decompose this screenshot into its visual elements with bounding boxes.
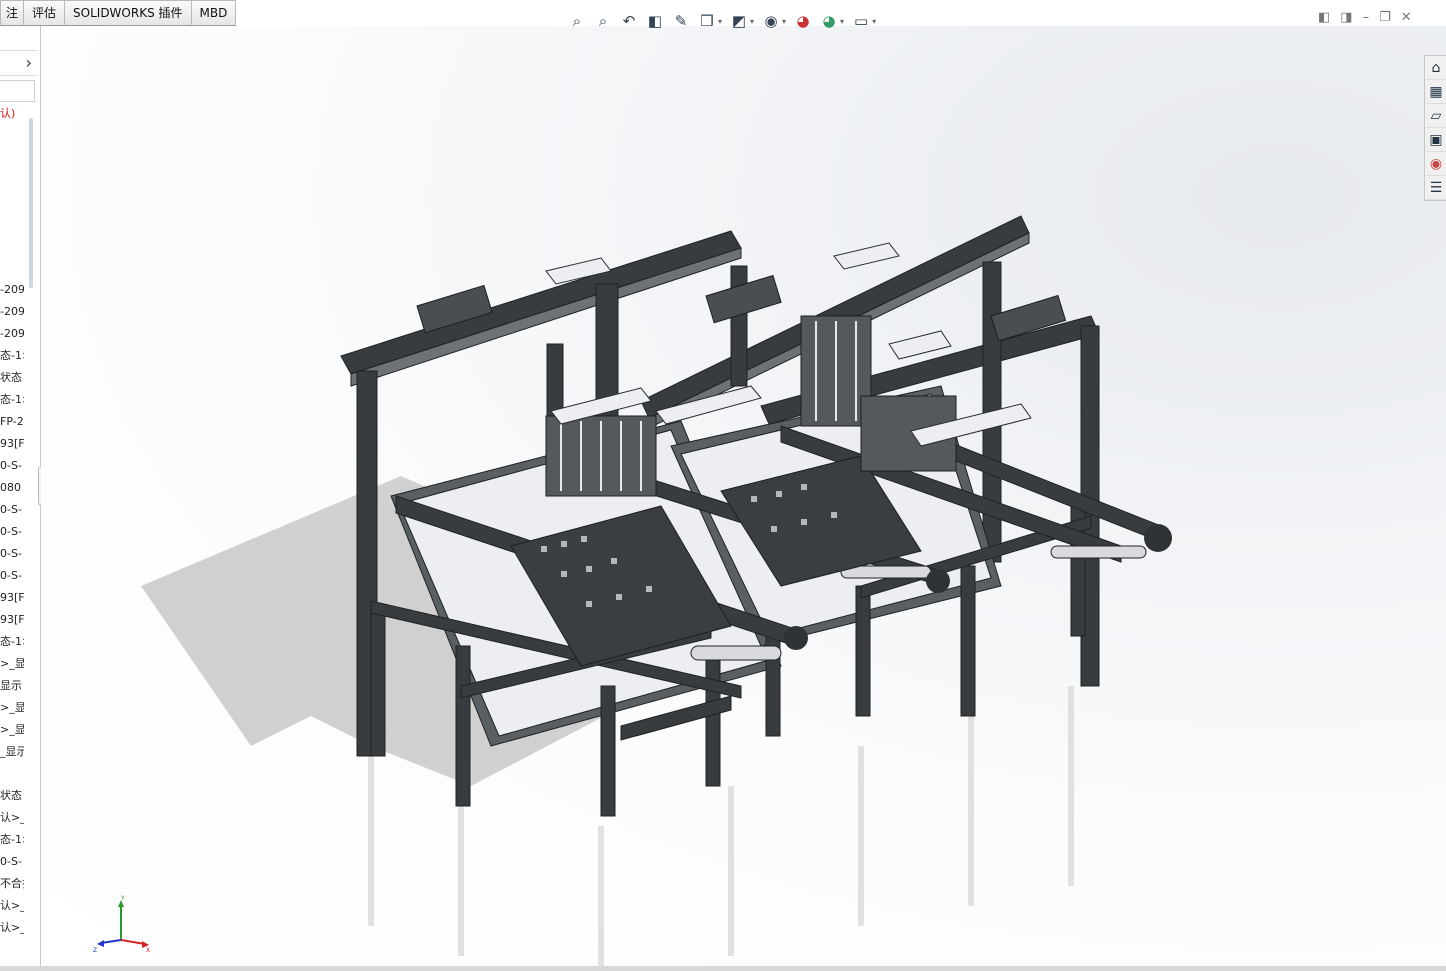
chevron-right-icon[interactable]: › bbox=[26, 53, 32, 72]
command-manager-tabs: 注 评估 SOLIDWORKS 插件 MBD bbox=[0, 0, 260, 26]
tree-item[interactable]: 认) bbox=[0, 104, 24, 124]
tree-item[interactable]: 状态 bbox=[0, 368, 24, 388]
chevron-down-icon[interactable]: ▾ bbox=[718, 17, 722, 26]
restore-icon[interactable]: ❐ bbox=[1379, 10, 1391, 25]
tree-item[interactable]: 态-1> bbox=[0, 830, 24, 850]
chevron-down-icon[interactable]: ▾ bbox=[872, 17, 876, 26]
tree-item[interactable]: 080 bbox=[0, 478, 24, 498]
graphics-viewport[interactable]: Y X Z bbox=[41, 26, 1446, 968]
triad-y-label: Y bbox=[120, 895, 125, 902]
tree-item[interactable]: 显示 bbox=[0, 676, 24, 696]
hide-show-items-icon[interactable]: ◉ bbox=[760, 10, 782, 32]
tab-solidworks-addins[interactable]: SOLIDWORKS 插件 bbox=[64, 0, 192, 26]
document-window-controls: ◧ ◨ – ❐ ✕ bbox=[1318, 10, 1412, 25]
tree-item[interactable]: 93[F bbox=[0, 610, 24, 630]
tree-item[interactable]: 0-S- bbox=[0, 544, 24, 564]
close-icon[interactable]: ✕ bbox=[1401, 10, 1412, 25]
previous-view-icon[interactable]: ↶ bbox=[618, 10, 640, 32]
tree-item[interactable]: 认>_ bbox=[0, 896, 24, 916]
display-style-icon[interactable]: ◩ bbox=[728, 10, 750, 32]
tree-item[interactable]: FP-2 bbox=[0, 412, 24, 432]
zoom-to-area-icon[interactable]: ⌕ bbox=[592, 10, 614, 32]
tab-mbd[interactable]: MBD bbox=[190, 0, 237, 26]
reference-triad: Y X Z bbox=[93, 895, 150, 954]
tree-item[interactable]: 0-S- bbox=[0, 566, 24, 586]
tree-filter-input[interactable] bbox=[0, 80, 35, 102]
tree-scrollbar[interactable] bbox=[29, 118, 33, 288]
tree-item[interactable]: 0-S- bbox=[0, 456, 24, 476]
tree-item[interactable]: >_显 bbox=[0, 698, 24, 718]
tree-item[interactable]: 0-S- bbox=[0, 852, 24, 872]
tree-item[interactable]: 认>_ bbox=[0, 918, 24, 938]
view-settings-icon[interactable]: ▭ bbox=[850, 10, 872, 32]
panel-expand-row[interactable]: › bbox=[0, 50, 38, 76]
assembly-model[interactable] bbox=[41, 26, 1446, 968]
triad-x-label: X bbox=[146, 947, 150, 954]
tree-item[interactable]: 不合折 bbox=[0, 874, 24, 894]
tree-item[interactable]: -209 bbox=[0, 324, 24, 344]
tree-item[interactable]: _显示 bbox=[0, 742, 24, 762]
tree-item[interactable]: 93[F bbox=[0, 434, 24, 454]
bottom-edge bbox=[0, 966, 1446, 971]
tile-left-icon[interactable]: ◧ bbox=[1318, 10, 1330, 25]
edit-appearance-icon[interactable]: ◕ bbox=[792, 10, 814, 32]
dynamic-annotation-icon[interactable]: ✎ bbox=[670, 10, 692, 32]
task-pane-tabs: ⌂ ▦ ▱ ▣ ◉ ☰ bbox=[1424, 55, 1446, 201]
minimize-icon[interactable]: – bbox=[1363, 10, 1370, 25]
tree-item[interactable]: 0-S- bbox=[0, 522, 24, 542]
tree-item[interactable]: 态-1> bbox=[0, 632, 24, 652]
tree-item[interactable]: -209 bbox=[0, 302, 24, 322]
tree-item[interactable]: 态-1> bbox=[0, 346, 24, 366]
tree-item[interactable]: 93[F bbox=[0, 588, 24, 608]
tree-item[interactable]: 0-S- bbox=[0, 500, 24, 520]
tile-right-icon[interactable]: ◨ bbox=[1340, 10, 1352, 25]
tree-item[interactable]: 认>_ bbox=[0, 808, 24, 828]
file-explorer-icon[interactable]: ▱ bbox=[1426, 105, 1446, 128]
tree-item[interactable]: 态-1> bbox=[0, 390, 24, 410]
tree-item[interactable]: -209 bbox=[0, 280, 24, 300]
appearances-icon[interactable]: ◉ bbox=[1426, 153, 1446, 176]
tab-annotation[interactable]: 注 bbox=[0, 0, 25, 26]
feature-manager-panel: › 认)-209-209-209态-1>状态态-1>FP-293[F0-S-08… bbox=[0, 26, 48, 968]
view-palette-icon[interactable]: ▣ bbox=[1426, 129, 1446, 152]
custom-properties-icon[interactable]: ☰ bbox=[1426, 177, 1446, 200]
tab-evaluate[interactable]: 评估 bbox=[23, 0, 66, 26]
apply-scene-icon[interactable]: ◕ bbox=[818, 10, 840, 32]
chevron-down-icon[interactable]: ▾ bbox=[750, 17, 754, 26]
zoom-to-fit-icon[interactable]: ⌕ bbox=[566, 10, 588, 32]
tree-item[interactable]: 状态 bbox=[0, 786, 24, 806]
tree-item[interactable]: >_显 bbox=[0, 720, 24, 740]
heads-up-view-toolbar: ⌕ ⌕ ↶ ◧ ✎ ❒ ▾ ◩ ▾ ◉ ▾ ◕ ◕ ▾ ▭ ▾ bbox=[566, 8, 878, 34]
triad-x-axis bbox=[120, 939, 146, 945]
chevron-down-icon[interactable]: ▾ bbox=[782, 17, 786, 26]
tree-item[interactable]: >_显 bbox=[0, 654, 24, 674]
view-orientation-icon[interactable]: ❒ bbox=[696, 10, 718, 32]
chevron-down-icon[interactable]: ▾ bbox=[840, 17, 844, 26]
section-view-icon[interactable]: ◧ bbox=[644, 10, 666, 32]
solidworks-resources-icon[interactable]: ⌂ bbox=[1426, 57, 1446, 80]
triad-z-label: Z bbox=[93, 947, 97, 954]
design-library-icon[interactable]: ▦ bbox=[1426, 81, 1446, 104]
